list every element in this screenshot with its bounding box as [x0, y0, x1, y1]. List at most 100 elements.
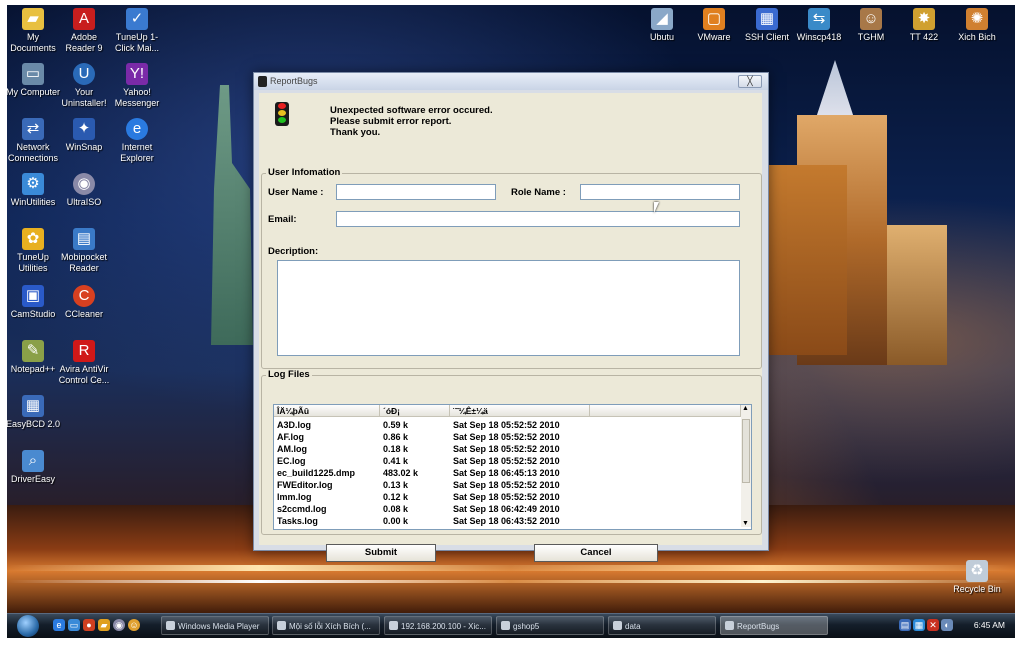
- log-file-size: 0.59 k: [383, 420, 409, 430]
- log-file-size: 0.00 k: [383, 516, 409, 526]
- log-row[interactable]: lmm.log 0.12 k Sat Sep 18 05:52:52 2010: [274, 491, 740, 503]
- column-header-empty: [590, 405, 741, 417]
- error-message-line-1: Unexpected software error occured.: [330, 105, 493, 116]
- user-info-legend: User Infomation: [266, 167, 343, 178]
- side-building: [887, 225, 947, 365]
- scroll-thumb[interactable]: [742, 419, 750, 483]
- log-file-name: A3D.log: [277, 420, 312, 430]
- desktop-icon-my-computer[interactable]: ▭ My Computer: [7, 63, 61, 98]
- desktop-icon-easybcd[interactable]: ▦ EasyBCD 2.0: [7, 395, 61, 430]
- quicklaunch-yahoo-icon[interactable]: ☺: [128, 619, 140, 631]
- log-file-name: Tasks.log: [277, 516, 318, 526]
- submit-button[interactable]: Submit: [326, 544, 436, 562]
- close-button[interactable]: ╳: [738, 75, 762, 88]
- log-row[interactable]: A3D.log 0.59 k Sat Sep 18 05:52:52 2010: [274, 419, 740, 431]
- description-textarea[interactable]: [277, 260, 740, 356]
- log-files-list[interactable]: ÎÄ¼þÃû ´óÐ¡ ¨˜¼­Ê±¼ä A3D.log 0.59 k Sat Se…: [273, 404, 752, 530]
- notepad-icon: ✎: [22, 340, 44, 362]
- desktop-icon-winutilities[interactable]: ⚙ WinUtilities: [7, 173, 61, 208]
- desktop-icon-ccleaner[interactable]: C CCleaner: [56, 285, 112, 320]
- desktop-icon-tt422[interactable]: ✸ TT 422: [896, 8, 952, 43]
- dialog-content: Unexpected software error occured. Pleas…: [259, 93, 762, 562]
- log-row[interactable]: ec_build1225.dmp 483.02 k Sat Sep 18 06:45…: [274, 467, 740, 479]
- log-file-name: ec_build1225.dmp: [277, 468, 356, 478]
- ssh-client-icon: ▦: [756, 8, 778, 30]
- email-input[interactable]: [336, 211, 740, 227]
- tray-volume-icon[interactable]: ◐: [941, 619, 953, 631]
- error-message-line-2: Please submit error report.: [330, 116, 452, 127]
- desktop-icon-drivereasy[interactable]: ⌕ DriverEasy: [7, 450, 61, 485]
- log-file-name: AM.log: [277, 444, 307, 454]
- role-name-input[interactable]: [580, 184, 740, 200]
- desktop-icon-xich-bich[interactable]: ✺ Xich Bich: [949, 8, 1005, 43]
- log-file-time: Sat Sep 18 05:52:52 2010: [453, 480, 560, 490]
- user-name-input[interactable]: [336, 184, 496, 200]
- scroll-up-icon[interactable]: ▲: [742, 405, 749, 412]
- column-header-size[interactable]: ´óÐ¡: [380, 405, 450, 417]
- desktop-icon-avira[interactable]: R Avira AntiVir Control Ce...: [56, 340, 112, 386]
- uninstaller-icon: U: [73, 63, 95, 85]
- log-row[interactable]: Tasks.log 0.00 k Sat Sep 18 06:43:52 2010: [274, 515, 740, 527]
- column-header-name[interactable]: ÎÄ¼þÃû: [274, 405, 380, 417]
- dialog-titlebar[interactable]: ReportBugs ╳: [254, 73, 768, 90]
- log-file-name: s2ccmd.log: [277, 504, 327, 514]
- desktop-icon-camstudio[interactable]: ▣ CamStudio: [7, 285, 61, 320]
- desktop-icon-network-connections[interactable]: ⇄ Network Connections: [7, 118, 61, 164]
- taskbar-button-remote-desktop[interactable]: 192.168.200.100 - Xic...: [384, 616, 492, 635]
- log-file-size: 0.13 k: [383, 480, 409, 490]
- log-file-time: Sat Sep 18 05:52:52 2010: [453, 420, 560, 430]
- taskbar-button-data[interactable]: data: [608, 616, 716, 635]
- desktop-icon-my-documents[interactable]: ▰ My Documents: [7, 8, 61, 54]
- drivereasy-icon: ⌕: [22, 450, 44, 472]
- quicklaunch-folder-icon[interactable]: ▰: [98, 619, 110, 631]
- desktop-icon-winsnap[interactable]: ✦ WinSnap: [56, 118, 112, 153]
- hotel-building: [767, 165, 847, 355]
- cancel-button[interactable]: Cancel: [534, 544, 658, 562]
- quicklaunch-ie-icon[interactable]: e: [53, 619, 65, 631]
- log-file-size: 0.86 k: [383, 432, 409, 442]
- quicklaunch-disc-icon[interactable]: ◉: [113, 619, 125, 631]
- desktop-icon-internet-explorer[interactable]: e Internet Explorer: [109, 118, 165, 164]
- description-label: Decription:: [268, 246, 319, 257]
- clock[interactable]: 6:45 AM: [974, 620, 1005, 630]
- column-header-time[interactable]: ¨˜¼­Ê±¼ä: [450, 405, 590, 417]
- taskbar-button-reportbugs[interactable]: ReportBugs: [720, 616, 828, 635]
- log-row[interactable]: EC.log 0.41 k Sat Sep 18 05:52:52 2010: [274, 455, 740, 467]
- desktop-icon-recycle-bin[interactable]: ♻ Recycle Bin: [949, 560, 1005, 595]
- start-button[interactable]: [17, 615, 39, 637]
- desktop-icon-adobe-reader[interactable]: A Adobe Reader 9: [56, 8, 112, 54]
- desktop-icon-yahoo-messenger[interactable]: Y! Yahoo! Messenger: [109, 63, 165, 109]
- tt422-icon: ✸: [913, 8, 935, 30]
- log-row[interactable]: FWEditor.log 0.13 k Sat Sep 18 05:52:52 20…: [274, 479, 740, 491]
- log-list-scrollbar[interactable]: ▲ ▼: [741, 405, 751, 527]
- traffic-light-icon: [258, 76, 267, 87]
- desktop-icon-ubuntu[interactable]: ◢ Ubutu: [634, 8, 690, 43]
- taskbar-button-media-player[interactable]: Windows Media Player: [161, 616, 269, 635]
- desktop-icon-tuneup-oneclick[interactable]: ✓ TuneUp 1-Click Mai...: [109, 8, 165, 54]
- quicklaunch-app-icon[interactable]: ●: [83, 619, 95, 631]
- log-row[interactable]: AF.log 0.86 k Sat Sep 18 05:52:52 2010: [274, 431, 740, 443]
- desktop-icon-your-uninstaller[interactable]: U Your Uninstaller!: [56, 63, 112, 109]
- log-row[interactable]: s2ccmd.log 0.08 k Sat Sep 18 06:42:49 2010: [274, 503, 740, 515]
- log-file-time: Sat Sep 18 05:52:52 2010: [453, 444, 560, 454]
- taskbar-button-firefox[interactable]: Mội số lỗi Xích Bích (...: [272, 616, 380, 635]
- desktop-icon-tghm[interactable]: ☺ TGHM: [843, 8, 899, 43]
- yahoo-messenger-icon: Y!: [126, 63, 148, 85]
- desktop-icon-notepad[interactable]: ✎ Notepad++: [7, 340, 61, 375]
- taskbar-button-gshop5[interactable]: gshop5: [496, 616, 604, 635]
- desktop-icon-ultraiso[interactable]: ◉ UltraISO: [56, 173, 112, 208]
- log-file-time: Sat Sep 18 06:45:13 2010: [453, 468, 560, 478]
- log-file-time: Sat Sep 18 05:52:52 2010: [453, 456, 560, 466]
- desktop-icon-winscp[interactable]: ⇆ Winscp418: [791, 8, 847, 43]
- log-file-time: Sat Sep 18 05:52:52 2010: [453, 492, 560, 502]
- desktop-icon-mobipocket[interactable]: ▤ Mobipocket Reader: [56, 228, 112, 274]
- tray-language-icon[interactable]: ▤: [899, 619, 911, 631]
- quicklaunch-desktop-icon[interactable]: ▭: [68, 619, 80, 631]
- tray-security-icon[interactable]: ✕: [927, 619, 939, 631]
- desktop-icon-vmware[interactable]: ▢ VMware: [686, 8, 742, 43]
- scroll-down-icon[interactable]: ▼: [742, 520, 749, 527]
- log-row[interactable]: AM.log 0.18 k Sat Sep 18 05:52:52 2010: [274, 443, 740, 455]
- desktop-icon-ssh-client[interactable]: ▦ SSH Client: [739, 8, 795, 43]
- desktop-icon-tuneup-utilities[interactable]: ✿ TuneUp Utilities: [7, 228, 61, 274]
- tray-network-icon[interactable]: ▦: [913, 619, 925, 631]
